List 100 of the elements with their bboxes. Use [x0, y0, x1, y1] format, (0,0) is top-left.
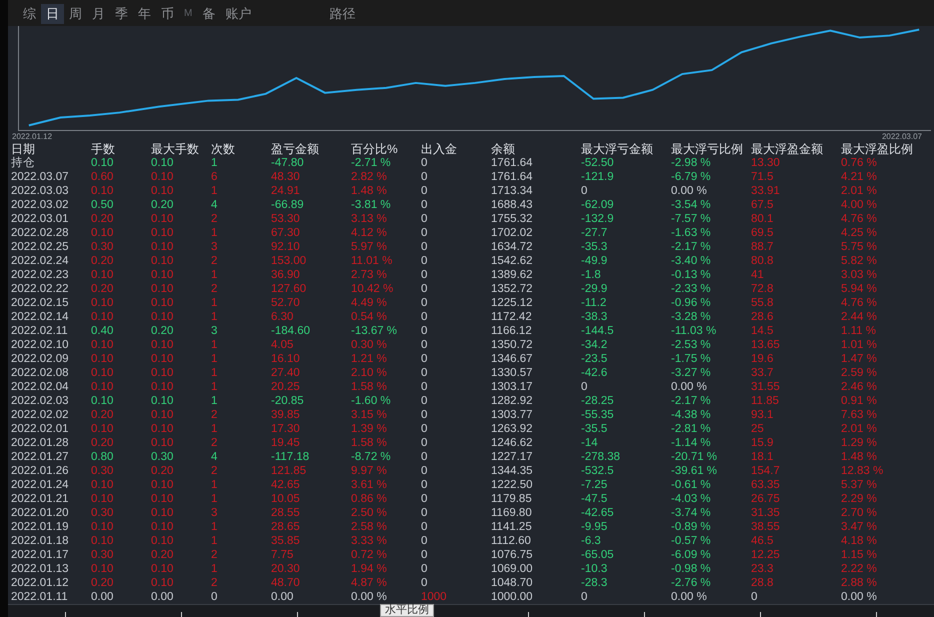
count-cell-text: 4: [211, 198, 218, 212]
percent-cell-text: 1.48 %: [351, 184, 388, 198]
date-cell-text: 2022.02.22: [11, 282, 70, 296]
float-profit-cell-text: 14.5: [751, 324, 774, 338]
date-cell-text: 2022.02.02: [11, 408, 70, 422]
deposit-cell-text: 0: [421, 576, 428, 590]
float-loss-cell-text: -42.6: [581, 366, 608, 380]
pnl-cell-text: 36.90: [271, 268, 301, 282]
float-profit-cell-text: 88.7: [751, 240, 774, 254]
float-loss-cell-text: -132.9: [581, 212, 615, 226]
date-cell-text: 2022.02.23: [11, 268, 70, 282]
date-cell-text: 2022.01.28: [11, 436, 70, 450]
max-lots-cell-text: 0.20: [151, 324, 174, 338]
date-cell-text: 2022.01.13: [11, 562, 70, 576]
float-profit-cell-text: 33.7: [751, 366, 774, 380]
pnl-cell-text: 121.85: [271, 464, 308, 478]
lots-cell-text: 0.10: [91, 520, 114, 534]
period-tab[interactable]: 备: [197, 4, 220, 24]
count-cell-text: 1: [211, 352, 218, 366]
lots-cell-text: 0.20: [91, 576, 114, 590]
float-profit-ratio-cell-text: 1.47 %: [841, 352, 878, 366]
max-lots-cell-text: 0.20: [151, 198, 174, 212]
count-cell-text: 1: [211, 478, 218, 492]
float-profit-ratio-cell-text: 0.91 %: [841, 394, 878, 408]
balance-cell-text: 1346.67: [491, 352, 534, 366]
lots-cell-text: 0.10: [91, 310, 114, 324]
float-profit-ratio-cell-text: 2.46 %: [841, 380, 878, 394]
max-lots-cell-text: 0.10: [151, 170, 174, 184]
float-profit-ratio-cell-text: 2.44 %: [841, 310, 878, 324]
percent-cell-text: 1.94 %: [351, 562, 388, 576]
float-loss-cell-text: 0: [581, 184, 588, 198]
lots-cell-text: 0.20: [91, 212, 114, 226]
float-profit-cell-text: 41: [751, 268, 765, 282]
deposit-cell-text: 0: [421, 562, 428, 576]
float-profit-cell-text: 25: [751, 422, 765, 436]
pnl-cell-text: 53.30: [271, 212, 301, 226]
float-profit-ratio-cell-text: 0.76 %: [841, 156, 878, 170]
count-cell-text: 1: [211, 534, 218, 548]
pnl-cell-text: 6.30: [271, 310, 294, 324]
balance-cell-text: 1141.25: [491, 520, 533, 534]
period-tab[interactable]: 月: [87, 4, 110, 24]
max-lots-cell-text: 0.00: [151, 590, 174, 604]
count-cell-text: 1: [211, 380, 218, 394]
deposit-cell-text: 0: [421, 534, 428, 548]
percent-cell-text: 1.21 %: [351, 352, 388, 366]
balance-cell-text: 1702.02: [491, 226, 534, 240]
lots-cell-text: 0.10: [91, 184, 114, 198]
period-tab[interactable]: 日: [41, 4, 64, 24]
max-lots-cell-text: 0.10: [151, 156, 174, 170]
balance-cell-text: 1166.12: [491, 324, 533, 338]
count-cell-text: 1: [211, 520, 218, 534]
period-tab[interactable]: 综: [18, 4, 41, 24]
float-loss-cell-text: -23.5: [581, 352, 608, 366]
float-loss-ratio-cell-text: -3.40 %: [671, 254, 712, 268]
balance-cell-text: 1352.72: [491, 282, 534, 296]
float-loss-cell-text: -9.95: [581, 520, 608, 534]
date-cell-text: 2022.02.24: [11, 254, 70, 268]
float-profit-cell-text: 38.55: [751, 520, 781, 534]
count-cell-text: 2: [211, 464, 218, 478]
float-loss-cell-text: -144.5: [581, 324, 615, 338]
float-loss-ratio-cell-text: -2.17 %: [671, 240, 712, 254]
period-tab[interactable]: 季: [110, 4, 133, 24]
balance-cell-text: 1350.72: [491, 338, 534, 352]
balance-cell-text: 1330.57: [491, 366, 534, 380]
percent-cell-text: 4.87 %: [351, 576, 388, 590]
period-tab[interactable]: 周: [64, 4, 87, 24]
lots-cell-text: 0.10: [91, 156, 114, 170]
float-profit-cell-text: 31.55: [751, 380, 781, 394]
percent-cell-text: 4.12 %: [351, 226, 388, 240]
percent-cell-text: 9.97 %: [351, 464, 388, 478]
float-profit-ratio-cell-text: 4.18 %: [841, 534, 878, 548]
deposit-cell-text: 0: [421, 492, 428, 506]
float-profit-cell-text: 11.85: [751, 394, 780, 408]
count-cell-text: 1: [211, 268, 218, 282]
balance-cell-text: 1069.00: [491, 562, 534, 576]
path-tab[interactable]: 路径: [324, 4, 360, 24]
float-profit-cell-text: 26.75: [751, 492, 781, 506]
float-loss-ratio-cell-text: -3.27 %: [671, 366, 712, 380]
date-cell-text: 2022.01.17: [11, 548, 70, 562]
float-loss-cell-text: -29.9: [581, 282, 608, 296]
max-lots-cell-text: 0.30: [151, 450, 174, 464]
period-tab[interactable]: 币: [156, 4, 179, 24]
float-loss-cell-text: -27.7: [581, 226, 608, 240]
float-loss-ratio-cell-text: -39.61 %: [671, 464, 718, 478]
column-header: 出入金: [421, 142, 458, 156]
pnl-cell-text: 153.00: [271, 254, 308, 268]
float-loss-ratio-cell-text: -6.79 %: [671, 170, 712, 184]
deposit-cell-text: 0: [421, 310, 428, 324]
deposit-cell-text: 0: [421, 394, 428, 408]
lots-cell-text: 0.10: [91, 226, 114, 240]
period-tab[interactable]: 账户: [220, 4, 256, 24]
count-cell-text: 3: [211, 506, 218, 520]
float-profit-cell-text: 46.5: [751, 534, 774, 548]
pnl-cell-text: -117.18: [271, 450, 310, 464]
lots-cell-text: 0.10: [91, 338, 114, 352]
period-tab[interactable]: 年: [133, 4, 156, 24]
percent-cell-text: 3.61 %: [351, 478, 388, 492]
pnl-cell-text: 16.10: [271, 352, 301, 366]
balance-cell-text: 1048.70: [491, 576, 534, 590]
date-cell-text: 2022.01.21: [11, 492, 70, 506]
